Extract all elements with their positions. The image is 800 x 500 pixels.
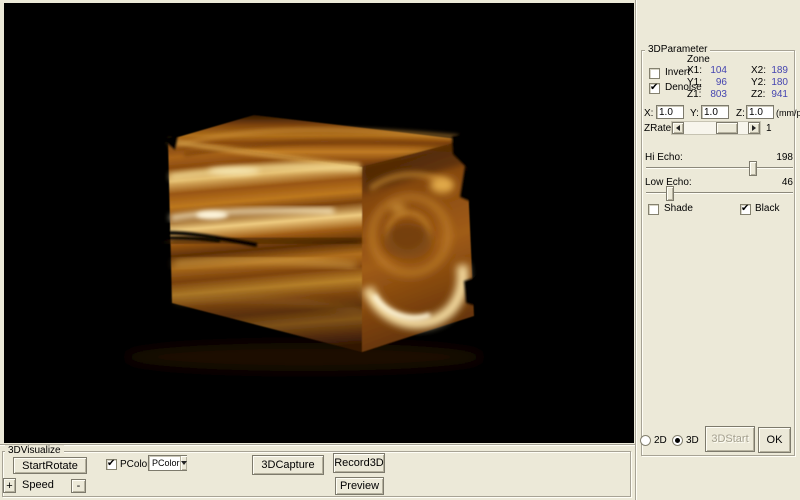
mode-2d-label: 2D <box>654 435 667 446</box>
z-scale-label: Z: <box>736 108 745 119</box>
low-echo-value: 46 <box>760 177 793 188</box>
y-scale-label: Y: <box>690 108 699 119</box>
zone-z1-value: 803 <box>697 89 727 100</box>
mode-3d-label: 3D <box>686 435 699 446</box>
pcolor-checkbox[interactable] <box>106 459 117 470</box>
zone-z2-value: 941 <box>758 89 788 100</box>
zrate-left-arrow-icon[interactable] <box>672 122 684 134</box>
zone-y1-value: 96 <box>697 77 727 88</box>
x-scale-input[interactable] <box>656 105 684 119</box>
black-label: Black <box>755 203 779 214</box>
invert-checkbox[interactable] <box>649 68 660 79</box>
panel-divider-vertical <box>635 0 636 500</box>
visualize-group-title: 3DVisualize <box>5 445 64 456</box>
shade-label: Shade <box>664 203 693 214</box>
denoise-checkbox[interactable] <box>649 83 660 94</box>
pcolor-label: PColor <box>120 459 151 470</box>
pcolor-dropdown[interactable]: PColor <box>148 455 187 471</box>
zone-y2-value: 180 <box>758 77 788 88</box>
mode-2d-radio[interactable] <box>640 435 651 446</box>
record-button[interactable]: Record3D <box>333 453 385 473</box>
low-echo-thumb[interactable] <box>666 186 674 201</box>
zrate-scrollbar[interactable] <box>671 121 761 135</box>
shade-checkbox[interactable] <box>648 204 659 215</box>
hi-echo-label: Hi Echo: <box>645 152 683 163</box>
zone-x1-value: 104 <box>697 65 727 76</box>
hi-echo-thumb[interactable] <box>749 161 757 176</box>
zone-x2-value: 189 <box>758 65 788 76</box>
hi-echo-track[interactable] <box>646 167 793 169</box>
render-viewport[interactable] <box>4 3 634 443</box>
zone-title: Zone <box>687 54 710 65</box>
y-scale-input[interactable] <box>701 105 729 119</box>
preview-button[interactable]: Preview <box>335 477 384 495</box>
mode-3d-radio[interactable] <box>672 435 683 446</box>
black-checkbox[interactable] <box>740 204 751 215</box>
capture-button[interactable]: 3DCapture <box>252 455 324 475</box>
pcolor-dropdown-value: PColor <box>149 458 180 468</box>
zrate-thumb[interactable] <box>716 122 738 134</box>
z-scale-input[interactable] <box>746 105 774 119</box>
start-rotate-button[interactable]: StartRotate <box>13 457 87 474</box>
pcolor-dropdown-arrow-icon[interactable] <box>180 456 187 470</box>
zrate-label: ZRate <box>644 123 671 134</box>
panel-divider-horizontal <box>0 444 635 445</box>
scale-unit-label: (mm/p) <box>776 108 800 118</box>
speed-label: Speed <box>22 479 54 491</box>
zrate-right-arrow-icon[interactable] <box>748 122 760 134</box>
speed-minus-button[interactable]: - <box>71 479 86 493</box>
ok-button[interactable]: OK <box>758 427 791 453</box>
speed-plus-button[interactable]: + <box>3 478 16 493</box>
hi-echo-value: 198 <box>760 152 793 163</box>
x-scale-label: X: <box>644 108 653 119</box>
start3d-button: 3DStart <box>705 426 755 452</box>
volume-render <box>4 3 634 443</box>
zrate-value: 1 <box>766 123 772 134</box>
